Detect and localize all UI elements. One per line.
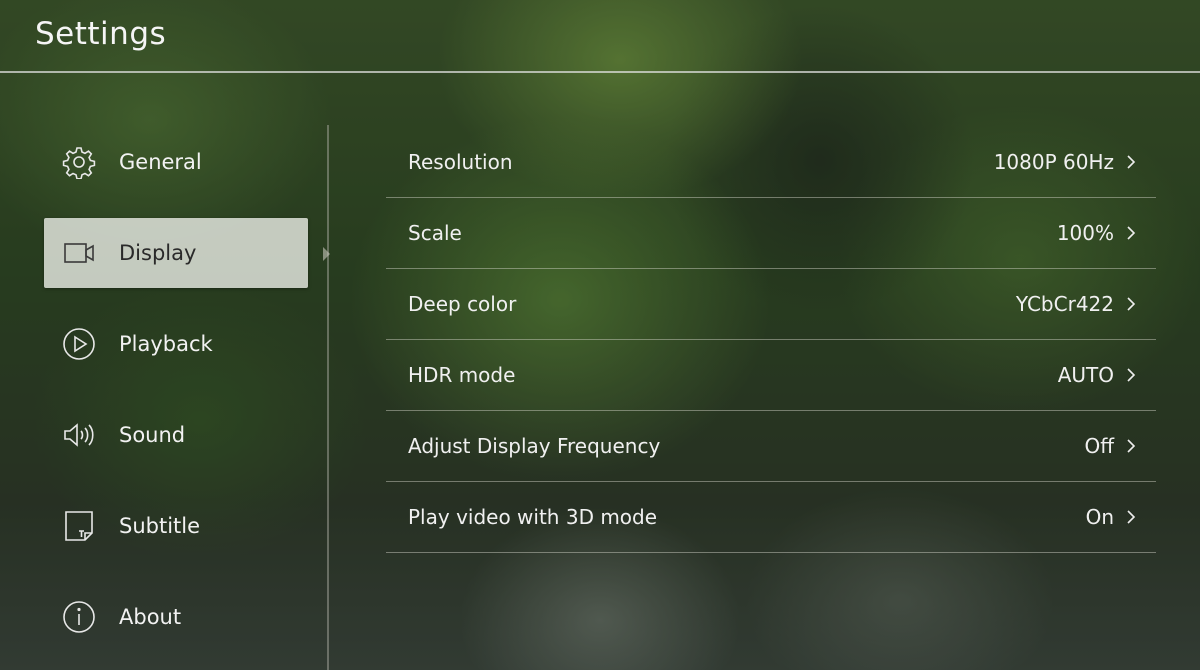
setting-row-deep-color[interactable]: Deep color YCbCr422 bbox=[386, 269, 1156, 340]
chevron-right-icon bbox=[1124, 365, 1138, 385]
chevron-right-icon bbox=[1124, 152, 1138, 172]
header-divider bbox=[0, 71, 1200, 73]
display-settings-list: Resolution 1080P 60Hz Scale 100% Deep co… bbox=[386, 127, 1156, 553]
setting-value: Off bbox=[1084, 434, 1114, 458]
chevron-right-icon bbox=[1124, 223, 1138, 243]
setting-label: HDR mode bbox=[408, 363, 516, 387]
sidebar-item-general[interactable]: General bbox=[44, 127, 308, 197]
subtitle-icon bbox=[61, 508, 97, 544]
selection-pointer-icon bbox=[323, 247, 330, 261]
setting-label: Adjust Display Frequency bbox=[408, 434, 661, 458]
sidebar-item-label: Subtitle bbox=[119, 514, 201, 538]
setting-row-play-video-3d-mode[interactable]: Play video with 3D mode On bbox=[386, 482, 1156, 553]
sidebar-item-label: Playback bbox=[119, 332, 213, 356]
settings-screen: Settings General Display Playback Sound … bbox=[0, 0, 1200, 670]
page-title: Settings bbox=[35, 16, 167, 52]
setting-value: 1080P 60Hz bbox=[993, 150, 1114, 174]
sidebar-item-label: Sound bbox=[119, 423, 186, 447]
sidebar-item-label: Display bbox=[119, 241, 197, 265]
setting-label: Scale bbox=[408, 221, 462, 245]
sidebar-item-playback[interactable]: Playback bbox=[44, 309, 308, 379]
setting-row-hdr-mode[interactable]: HDR mode AUTO bbox=[386, 340, 1156, 411]
setting-row-scale[interactable]: Scale 100% bbox=[386, 198, 1156, 269]
setting-label: Resolution bbox=[408, 150, 513, 174]
chevron-right-icon bbox=[1124, 507, 1138, 527]
setting-row-adjust-display-frequency[interactable]: Adjust Display Frequency Off bbox=[386, 411, 1156, 482]
chevron-right-icon bbox=[1124, 436, 1138, 456]
play-circle-icon bbox=[61, 326, 97, 362]
sidebar-item-sound[interactable]: Sound bbox=[44, 400, 308, 470]
sidebar-divider bbox=[327, 125, 329, 670]
sidebar-item-label: About bbox=[119, 605, 182, 629]
gear-icon bbox=[61, 144, 97, 180]
chevron-right-icon bbox=[1124, 294, 1138, 314]
sidebar-item-about[interactable]: About bbox=[44, 582, 308, 652]
speaker-icon bbox=[61, 417, 97, 453]
display-camera-icon bbox=[61, 235, 97, 271]
sidebar-item-display[interactable]: Display bbox=[44, 218, 308, 288]
sidebar: General Display Playback Sound Subtitle … bbox=[0, 117, 330, 670]
setting-label: Deep color bbox=[408, 292, 517, 316]
setting-value: AUTO bbox=[1057, 363, 1114, 387]
sidebar-item-subtitle[interactable]: Subtitle bbox=[44, 491, 308, 561]
setting-label: Play video with 3D mode bbox=[408, 505, 658, 529]
setting-row-resolution[interactable]: Resolution 1080P 60Hz bbox=[386, 127, 1156, 198]
sidebar-item-label: General bbox=[119, 150, 202, 174]
setting-value: On bbox=[1085, 505, 1114, 529]
setting-value: YCbCr422 bbox=[1015, 292, 1114, 316]
info-icon bbox=[61, 599, 97, 635]
setting-value: 100% bbox=[1056, 221, 1114, 245]
